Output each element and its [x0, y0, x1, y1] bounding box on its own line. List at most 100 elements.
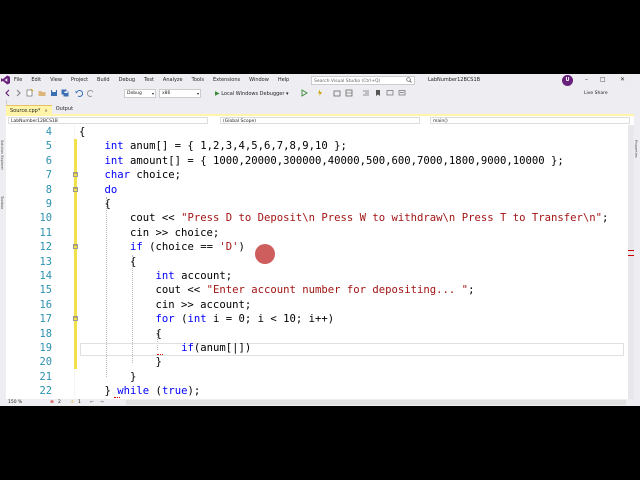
- indent-icon[interactable]: [362, 89, 370, 97]
- code-text: char choice;: [79, 168, 182, 182]
- code-line[interactable]: 15 cout << "Enter account number for dep…: [6, 283, 628, 297]
- minimize-icon[interactable]: –: [585, 76, 588, 83]
- code-text: cout << "Press D to Deposit\n Press W to…: [79, 211, 608, 225]
- code-line[interactable]: 21 }: [6, 370, 628, 384]
- maximize-icon[interactable]: □: [600, 76, 606, 83]
- code-line[interactable]: 8 − do: [6, 183, 628, 197]
- code-text: cin >> account;: [79, 298, 252, 312]
- code-line[interactable]: 11 cin >> choice;: [6, 226, 628, 240]
- start-debugging-button[interactable]: ▶ Local Windows Debugger ▾: [215, 90, 289, 97]
- line-number: 7: [45, 169, 52, 182]
- zoom-level[interactable]: 150 %: [8, 399, 22, 406]
- code-text: for (int i = 0; i < 10; i++): [79, 312, 335, 326]
- visual-studio-window: File Edit View Project Build Debug Test Analyze…: [0, 74, 640, 406]
- user-avatar[interactable]: U: [562, 75, 573, 86]
- undo-icon[interactable]: [75, 89, 83, 97]
- code-line[interactable]: 16 cin >> account;: [6, 298, 628, 312]
- code-line[interactable]: 7 − char choice;: [6, 168, 628, 182]
- project-select[interactable]: LabNumber12BCS1B: [8, 117, 208, 124]
- menu-item-debug[interactable]: Debug: [119, 77, 135, 83]
- code-token: (: [149, 385, 162, 398]
- toolbox-tab[interactable]: Toolbox: [0, 196, 4, 209]
- code-line[interactable]: 9 {: [6, 197, 628, 211]
- start-without-debugging-icon[interactable]: [300, 89, 308, 97]
- code-line[interactable]: 14 int account;: [6, 269, 628, 283]
- forward-icon[interactable]: [14, 89, 22, 97]
- hot-reload-icon[interactable]: [316, 89, 324, 97]
- collapse-icon[interactable]: −: [73, 172, 78, 178]
- string-token: "Enter account number for depositing... …: [206, 284, 469, 297]
- redo-icon[interactable]: [87, 89, 95, 97]
- menu-item-test[interactable]: Test: [144, 77, 154, 83]
- comment-icon[interactable]: [386, 89, 394, 97]
- code-line[interactable]: 10 cout << "Press D to Deposit\n Press W…: [6, 211, 628, 225]
- properties-tab[interactable]: Properties: [634, 140, 638, 158]
- code-line[interactable]: 12 − if (choice == 'D'): [6, 240, 628, 254]
- configuration-select[interactable]: Debug ▾: [124, 88, 156, 98]
- error-count[interactable]: 2: [58, 399, 61, 406]
- solution-explorer-tab[interactable]: Solution Explorer: [0, 140, 4, 170]
- code-line[interactable]: 20 }: [6, 355, 628, 369]
- new-project-icon[interactable]: [26, 89, 34, 97]
- live-share-button[interactable]: Live Share: [584, 91, 608, 96]
- menu-item-help[interactable]: Help: [278, 77, 289, 83]
- code-text: int amount[] = { 1000,20000,300000,40000…: [79, 154, 564, 168]
- save-icon[interactable]: [50, 89, 58, 97]
- code-line[interactable]: 19 if(anum[|]): [6, 341, 628, 355]
- menu-item-extensions[interactable]: Extensions: [213, 77, 240, 83]
- member-select[interactable]: main(): [430, 117, 630, 124]
- code-text: }: [79, 370, 136, 384]
- code-token: (anum[|]): [193, 342, 252, 354]
- editor-status-bar: 150 % ⊗ 2 ⚠ 1 ← →: [6, 399, 634, 406]
- tab-output[interactable]: Output: [52, 105, 77, 114]
- menu-item-window[interactable]: Window: [249, 77, 269, 83]
- code-line[interactable]: 22 } while (true);: [6, 384, 628, 398]
- visual-studio-logo-icon: [1, 75, 10, 85]
- save-all-icon[interactable]: [61, 89, 69, 97]
- debugger-label: Local Windows Debugger: [221, 91, 285, 97]
- code-token: }: [79, 385, 118, 398]
- arrow-right-icon[interactable]: →: [100, 399, 104, 406]
- tab-source-cpp[interactable]: Source.cpp* ✕: [6, 105, 52, 114]
- collapse-icon[interactable]: −: [73, 186, 78, 192]
- horizontal-scrollbar[interactable]: [126, 400, 626, 405]
- search-icon: [406, 77, 412, 83]
- arrow-left-icon[interactable]: ←: [90, 399, 94, 406]
- collapse-icon[interactable]: −: [73, 244, 78, 250]
- scope-value: (Global Scope): [223, 119, 257, 124]
- menu-item-edit[interactable]: Edit: [31, 77, 41, 83]
- close-tab-icon[interactable]: ✕: [44, 108, 47, 113]
- warning-count[interactable]: 1: [78, 399, 81, 406]
- code-text: {: [79, 125, 85, 139]
- code-line[interactable]: 17 − for (int i = 0; i < 10; i++): [6, 312, 628, 326]
- string-token: 'D': [219, 241, 239, 254]
- code-line[interactable]: 4{: [6, 125, 628, 139]
- scope-select[interactable]: (Global Scope): [220, 117, 420, 124]
- keyword-token: if: [130, 241, 143, 254]
- menu-item-project[interactable]: Project: [71, 77, 88, 83]
- back-icon[interactable]: [4, 89, 12, 97]
- bookmark-icon[interactable]: [374, 89, 382, 97]
- menu-item-file[interactable]: File: [14, 77, 22, 83]
- code-line[interactable]: 13 {: [6, 255, 628, 269]
- uncomment-icon[interactable]: [398, 89, 406, 97]
- menu-item-view[interactable]: View: [50, 77, 62, 83]
- close-icon[interactable]: ✕: [620, 76, 625, 83]
- keyword-token: true: [161, 385, 188, 398]
- toolbox-icon[interactable]: [333, 89, 341, 97]
- menu-item-build[interactable]: Build: [97, 77, 110, 83]
- open-file-icon[interactable]: [38, 89, 46, 97]
- code-editor[interactable]: 4{5 int anum[] = { 1,2,3,4,5,6,7,8,9,10 …: [6, 125, 628, 399]
- search-input[interactable]: Search Visual Studio (Ctrl+Q): [311, 75, 415, 85]
- menu-item-tools[interactable]: Tools: [192, 77, 204, 83]
- code-line[interactable]: 18 {: [6, 327, 628, 341]
- solution-icon[interactable]: [345, 89, 353, 97]
- error-icon: ⊗: [50, 400, 54, 405]
- collapse-icon[interactable]: −: [73, 316, 78, 322]
- code-token: {: [79, 198, 111, 210]
- platform-select[interactable]: x86 ▾: [159, 88, 201, 98]
- code-line[interactable]: 5 int anum[] = { 1,2,3,4,5,6,7,8,9,10 };: [6, 139, 628, 153]
- code-line[interactable]: 6 int amount[] = { 1000,20000,300000,400…: [6, 154, 628, 168]
- menu-item-analyze[interactable]: Analyze: [163, 77, 183, 83]
